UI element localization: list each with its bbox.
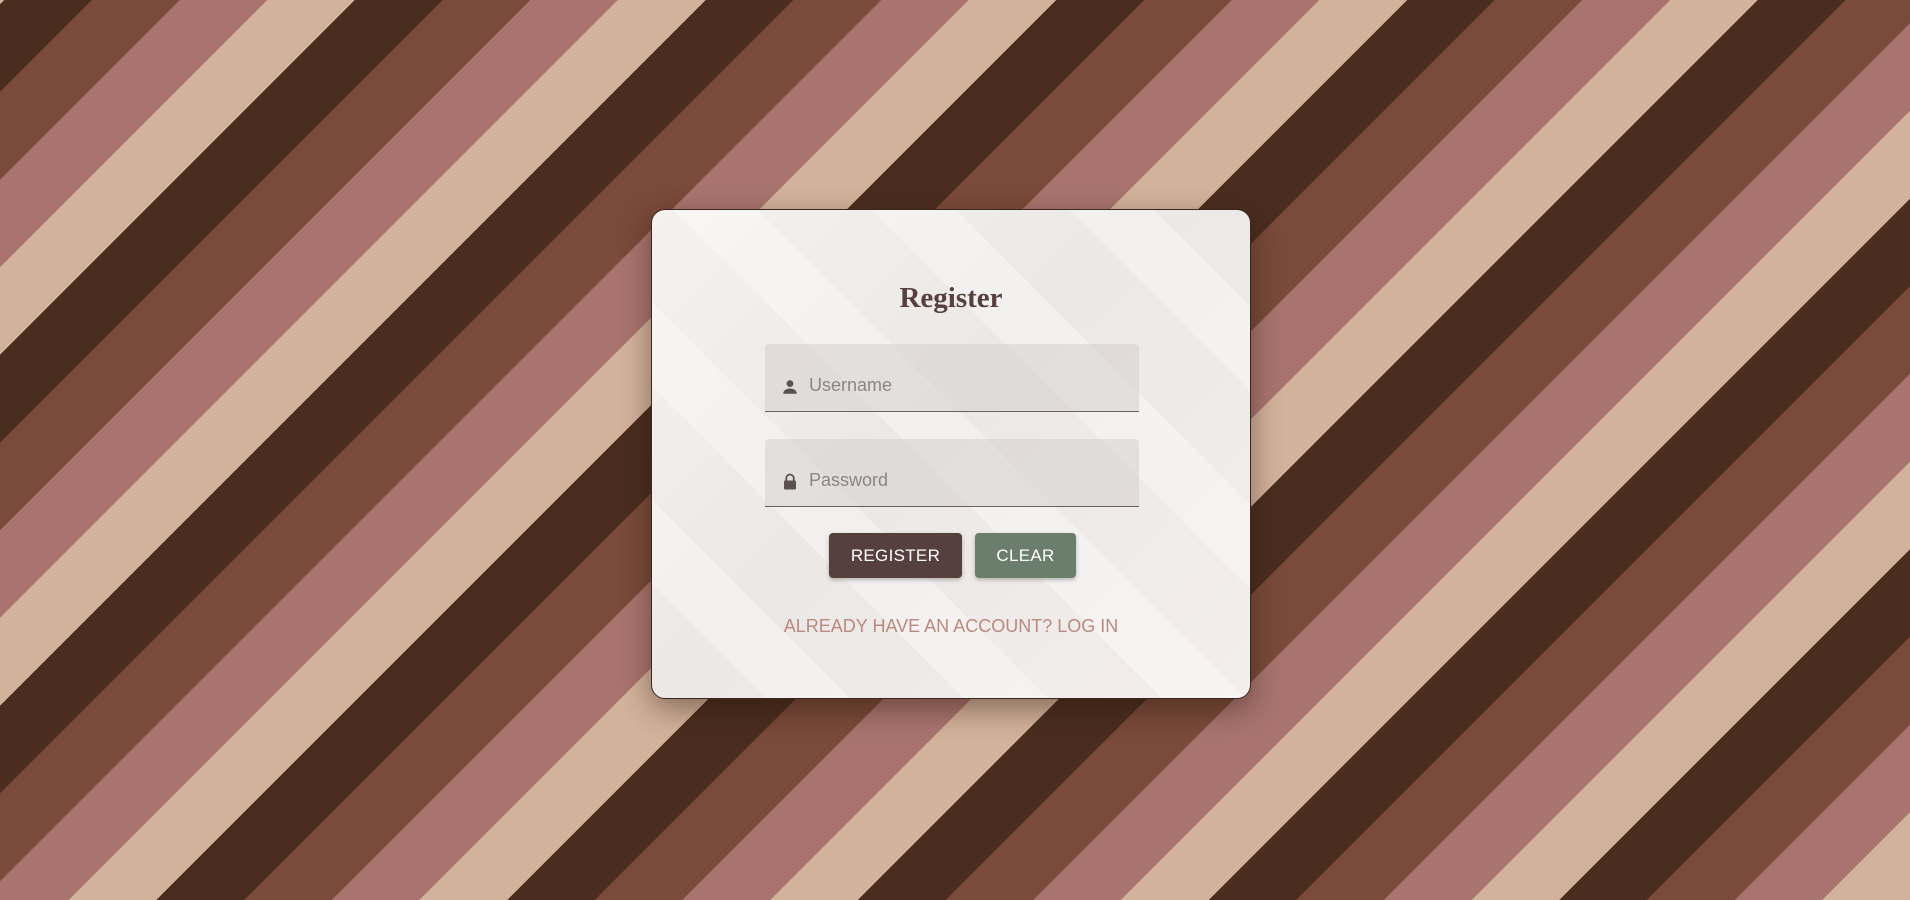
clear-button[interactable]: CLEAR	[975, 533, 1076, 578]
page-title: Register	[899, 282, 1003, 314]
login-link[interactable]: ALREADY HAVE AN ACCOUNT? LOG IN	[652, 616, 1250, 637]
register-button[interactable]: REGISTER	[829, 533, 962, 578]
password-input[interactable]	[809, 467, 1119, 493]
person-icon	[781, 378, 799, 396]
lock-icon	[781, 473, 799, 491]
username-input[interactable]	[809, 372, 1119, 398]
register-card: Register REGISTER CLEAR ALREADY HAVE AN …	[651, 209, 1251, 699]
password-field[interactable]	[765, 439, 1139, 507]
username-field[interactable]	[765, 344, 1139, 412]
